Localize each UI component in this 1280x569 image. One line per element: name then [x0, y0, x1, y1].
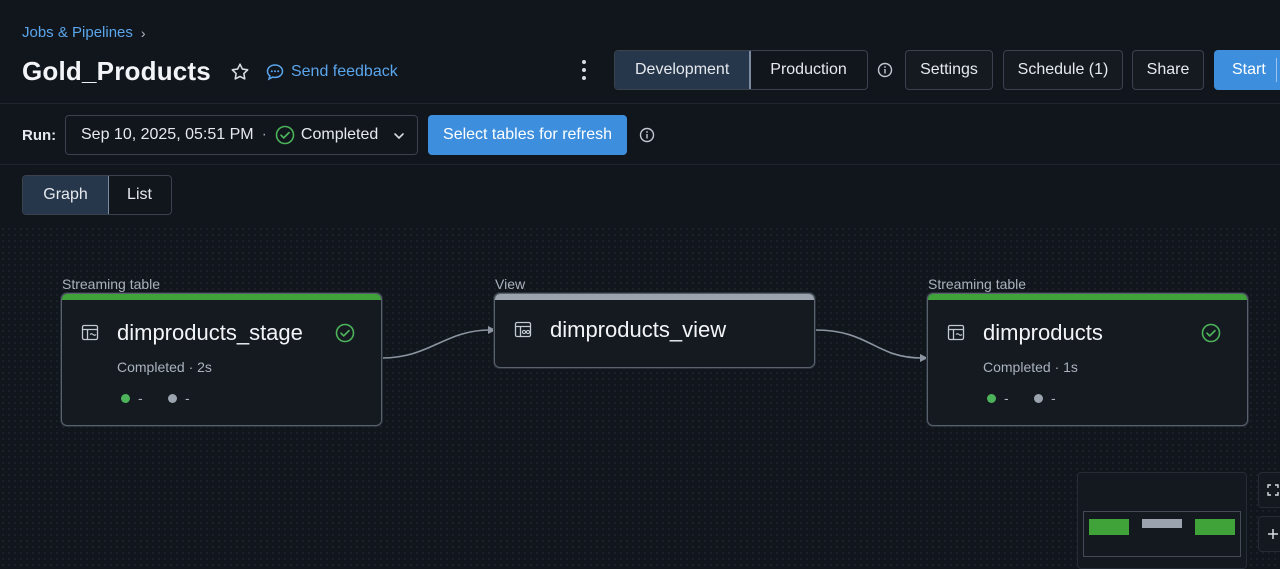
check-circle-icon — [275, 125, 295, 145]
node-type-label: View — [495, 276, 526, 292]
node-metric-output: - — [987, 390, 1009, 406]
node-status-bar — [928, 294, 1247, 300]
metric-value: - — [138, 390, 143, 406]
node-name: dimproducts_stage — [117, 320, 303, 345]
node-name: dimproducts — [983, 320, 1103, 345]
info-icon[interactable] — [877, 62, 893, 78]
chevron-right-icon: › — [140, 24, 146, 41]
node-name: dimproducts_view — [550, 317, 727, 342]
pipeline-node-dimproducts[interactable]: dimproducts Completed · 1s - - — [927, 293, 1248, 426]
gray-dot-icon — [168, 393, 177, 403]
minimap-node — [1089, 519, 1129, 535]
green-dot-icon — [987, 393, 996, 403]
run-status: Completed — [300, 126, 379, 143]
kebab-menu-icon[interactable] — [576, 58, 592, 82]
node-type-label: Streaming table — [928, 276, 1027, 292]
share-button[interactable]: Share — [1132, 50, 1204, 90]
chevron-down-icon — [394, 133, 404, 140]
settings-button[interactable]: Settings — [905, 50, 993, 90]
pipeline-node-dimproducts-stage[interactable]: dimproducts_stage Completed · 2s - - — [61, 293, 382, 426]
view-icon — [514, 321, 532, 338]
run-selector[interactable]: Sep 10, 2025, 05:51 PM · Completed — [65, 115, 418, 155]
graph-minimap[interactable] — [1077, 472, 1247, 569]
schedule-button[interactable]: Schedule (1) — [1003, 50, 1123, 90]
run-toolbar: Run: Sep 10, 2025, 05:51 PM · Completed … — [0, 105, 1280, 165]
table-icon — [81, 324, 99, 341]
star-icon[interactable] — [229, 61, 251, 83]
node-status-bar — [62, 294, 381, 300]
page-title: Gold_Products — [22, 56, 211, 86]
info-icon[interactable] — [639, 127, 655, 143]
breadcrumb-link-jobs-pipelines[interactable]: Jobs & Pipelines — [22, 24, 133, 41]
send-feedback-label: Send feedback — [290, 62, 398, 80]
node-type-label: Streaming table — [62, 276, 161, 292]
view-toggle: Graph List — [22, 175, 172, 215]
node-status: Completed · 1s — [983, 359, 1078, 375]
production-mode-button[interactable]: Production — [750, 51, 867, 89]
title-row: Gold_Products Send feedback — [22, 56, 398, 87]
plus-icon[interactable] — [1258, 516, 1280, 552]
gray-dot-icon — [1034, 393, 1043, 403]
pipeline-node-dimproducts-view[interactable]: dimproducts_view — [494, 293, 815, 368]
page-header: Jobs & Pipelines › Gold_Products Send fe… — [0, 0, 1280, 104]
run-timestamp: Sep 10, 2025, 05:51 PM — [81, 126, 254, 143]
node-metric-dropped: - — [1034, 390, 1056, 406]
run-label: Run: — [22, 127, 57, 144]
node-metric-output: - — [121, 390, 143, 406]
chat-bubble-icon — [266, 63, 284, 80]
metric-value: - — [1004, 390, 1009, 406]
metric-value: - — [1051, 390, 1056, 406]
table-icon — [947, 324, 965, 341]
green-dot-icon — [121, 393, 130, 403]
check-circle-icon — [1201, 323, 1221, 343]
minimap-node — [1195, 519, 1235, 535]
send-feedback-link[interactable]: Send feedback — [265, 62, 398, 82]
plus-glyph — [1268, 529, 1278, 539]
metric-value: - — [185, 390, 190, 406]
breadcrumb: Jobs & Pipelines › — [22, 24, 146, 41]
run-separator: · — [261, 126, 267, 143]
node-status-bar — [495, 294, 814, 300]
list-view-button[interactable]: List — [108, 176, 171, 214]
development-mode-button[interactable]: Development — [614, 51, 752, 89]
node-metric-dropped: - — [168, 390, 190, 406]
start-split-divider — [1276, 58, 1277, 82]
node-status: Completed · 2s — [117, 359, 212, 375]
mode-toggle: Development Production — [614, 50, 868, 90]
minimap-node — [1142, 519, 1182, 528]
select-tables-for-refresh-button[interactable]: Select tables for refresh — [428, 115, 627, 155]
fullscreen-glyph — [1267, 484, 1279, 496]
fullscreen-icon[interactable] — [1258, 472, 1280, 508]
start-button[interactable]: Start — [1214, 50, 1280, 90]
check-circle-icon — [335, 323, 355, 343]
graph-view-button[interactable]: Graph — [23, 176, 109, 214]
